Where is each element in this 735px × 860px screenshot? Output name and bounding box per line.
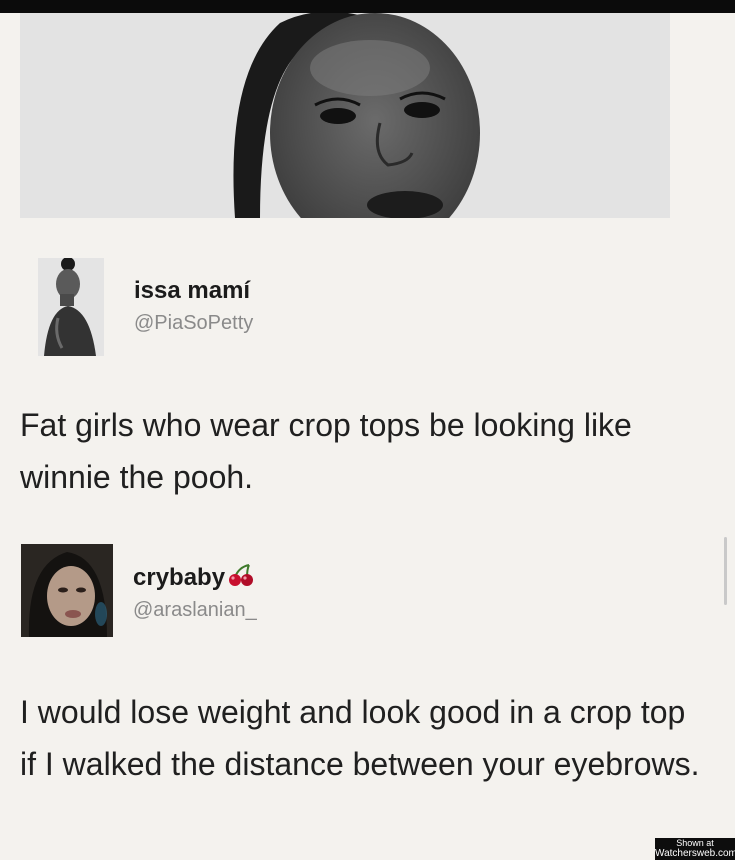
- tweet2-author-handle[interactable]: @araslanian_: [133, 599, 257, 622]
- watermark: Shown at Watchersweb.com: [655, 838, 735, 860]
- tweet2-avatar[interactable]: [21, 544, 113, 637]
- profile-avatar-icon: [38, 258, 104, 356]
- tweet2-text: I would lose weight and look good in a c…: [20, 694, 700, 782]
- scrollbar[interactable]: [724, 537, 727, 605]
- tweet1-author-handle[interactable]: @PiaSoPetty: [134, 312, 253, 335]
- watermark-line2: Watchersweb.com: [655, 848, 735, 859]
- tweet1-author-name[interactable]: issa mamí: [134, 277, 250, 305]
- tweet2-author-name[interactable]: crybaby: [133, 564, 225, 591]
- profile-avatar-icon: [21, 544, 113, 637]
- portrait-photo-icon: [20, 13, 670, 218]
- watermark-line1: Shown at: [676, 838, 714, 848]
- tweet2-author-name-row[interactable]: crybaby: [133, 563, 255, 594]
- tweet1-text: Fat girls who wear crop tops be looking …: [20, 407, 632, 495]
- header-photo: [20, 13, 670, 218]
- top-black-bar: [0, 0, 735, 13]
- cherry-emoji-icon: [227, 563, 255, 594]
- tweet1-avatar[interactable]: [38, 258, 104, 356]
